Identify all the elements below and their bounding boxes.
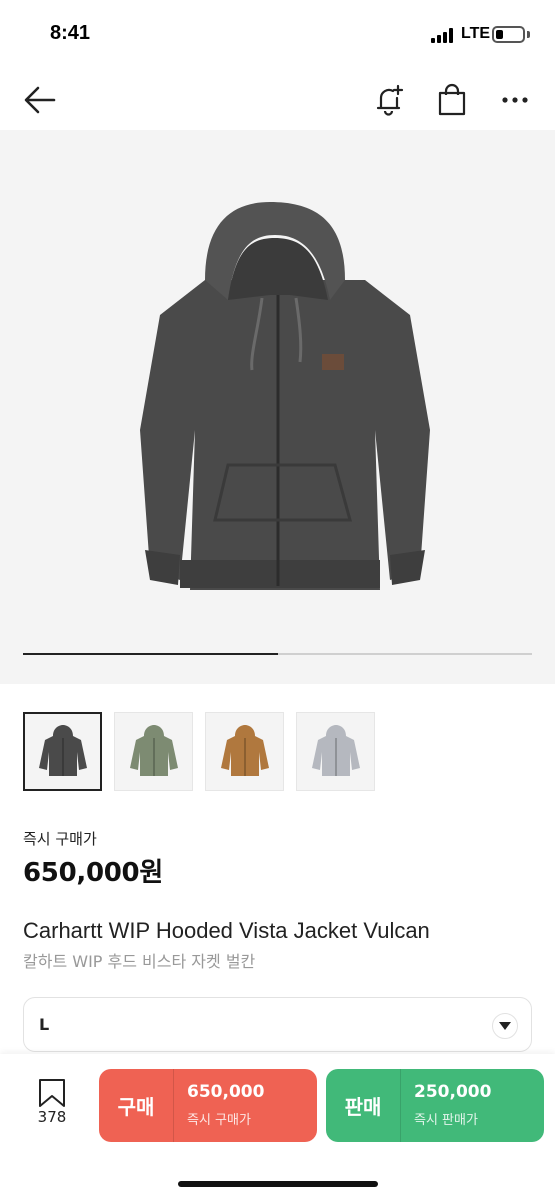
bookmark-icon [39,1079,65,1107]
status-time: 8:41 [50,22,91,44]
buy-price: 650,000 [187,1082,265,1102]
bookmark-count: 378 [37,1108,67,1126]
thumbnail-olive[interactable] [114,712,193,791]
buy-divider [173,1069,174,1142]
signal-icon [431,28,457,43]
more-button[interactable] [493,78,537,122]
sell-sub-label: 즉시 판매가 [414,1113,478,1128]
jacket-thumbnail-icon [38,724,87,776]
sell-price: 250,000 [414,1082,492,1102]
network-type: LTE [461,25,491,42]
jacket-thumbnail-icon [220,724,269,776]
thumbnail-charcoal[interactable] [23,712,102,791]
sell-divider [400,1069,401,1142]
battery-icon [492,26,525,43]
buy-sub-label: 즉시 구매가 [187,1113,251,1128]
battery-cap [527,31,530,38]
image-progress-bar [23,653,532,655]
product-detail-screen: 8:41 LTE 즉시 구매가 650,000원 Carhartt WIP Ho… [0,0,555,1200]
instant-buy-price: 650,000원 [23,858,163,888]
cart-button[interactable] [430,78,474,122]
product-image-carousel[interactable] [0,130,555,684]
status-bar: 8:41 LTE [0,0,555,70]
back-button[interactable] [18,78,62,122]
chevron-down-icon [492,1013,518,1039]
instant-buy-price-label: 즉시 구매가 [23,830,97,848]
jacket-thumbnail-icon [311,724,360,776]
thumbnail-tan[interactable] [205,712,284,791]
image-progress-fill [23,653,278,655]
bookmark-button[interactable]: 378 [30,1078,74,1134]
bell-plus-icon [376,84,404,116]
notification-add-button[interactable] [367,78,411,122]
back-arrow-icon [24,86,56,114]
product-title-en: Carhartt WIP Hooded Vista Jacket Vulcan [23,918,430,943]
home-indicator [178,1181,378,1187]
sell-label: 판매 [344,1095,382,1119]
buy-button[interactable]: 구매 650,000 즉시 구매가 [99,1069,317,1142]
thumbnail-grey[interactable] [296,712,375,791]
bottom-action-bar: 378 구매 650,000 즉시 구매가 판매 250,000 즉시 판매가 [0,1054,555,1200]
sell-button[interactable]: 판매 250,000 즉시 판매가 [326,1069,544,1142]
more-dots-icon [502,97,528,103]
jacket-thumbnail-icon [129,724,178,776]
size-selector[interactable]: L [23,997,532,1052]
buy-label: 구매 [117,1095,155,1119]
nav-bar [0,70,555,130]
jacket-image [140,202,430,590]
product-title-ko: 칼하트 WIP 후드 비스타 자켓 벌칸 [23,952,256,971]
size-value: L [39,1015,50,1034]
shopping-bag-icon [438,83,466,116]
